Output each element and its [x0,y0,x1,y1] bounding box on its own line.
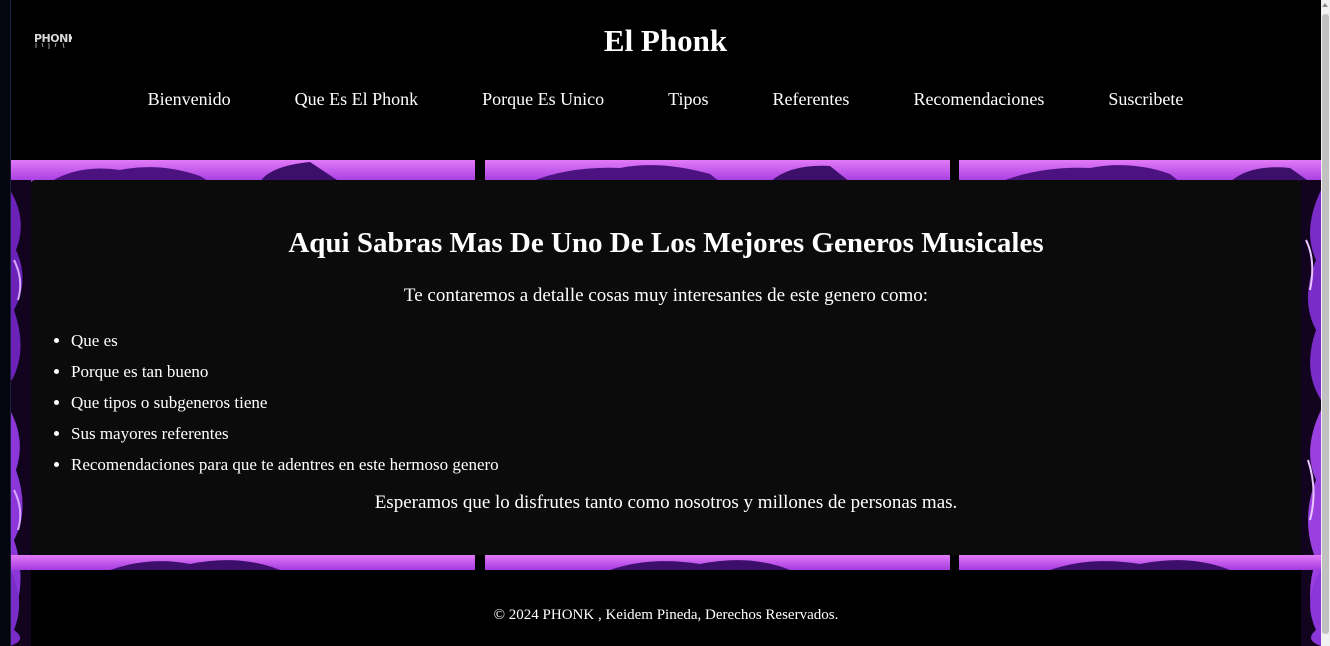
nav-link-tipos[interactable]: Tipos [636,87,740,111]
list-item: Recomendaciones para que te adentres en … [71,449,499,480]
site-title: El Phonk [603,23,728,58]
scroll-up-arrow-icon[interactable] [1322,3,1328,7]
scrollbar-thumb[interactable] [1322,14,1329,634]
nav-link-bienvenido[interactable]: Bienvenido [116,87,263,111]
welcome-outro: Esperamos que lo disfrutes tanto como no… [374,492,958,513]
nav-link-suscribete[interactable]: Suscribete [1076,87,1215,111]
welcome-card: Aqui Sabras Mas De Uno De Los Mejores Ge… [31,180,1301,555]
list-item: Que es [71,325,499,356]
welcome-heading: Aqui Sabras Mas De Uno De Los Mejores Ge… [288,227,1044,259]
nav-link-porque-es-unico[interactable]: Porque Es Unico [450,87,636,111]
browser-left-gutter [0,0,11,646]
nav-link-referentes[interactable]: Referentes [740,87,881,111]
site-footer: © 2024 PHONK , Keidem Pineda, Derechos R… [31,570,1301,646]
page: PHONK El Phonk Bienvenido Que Es El Phon… [0,0,1330,646]
list-item: Sus mayores referentes [71,418,499,449]
list-item: Porque es tan bueno [71,356,499,387]
welcome-intro: Te contaremos a detalle cosas muy intere… [403,285,929,306]
nav-link-recomendaciones[interactable]: Recomendaciones [881,87,1076,111]
vertical-scrollbar[interactable] [1321,0,1330,646]
site-header: PHONK El Phonk Bienvenido Que Es El Phon… [10,0,1321,160]
topics-list: Que es Porque es tan bueno Que tipos o s… [31,325,499,480]
list-item: Que tipos o subgeneros tiene [71,387,499,418]
footer-copyright: © 2024 PHONK , Keidem Pineda, Derechos R… [493,607,839,623]
nav-link-que-es-el-phonk[interactable]: Que Es El Phonk [263,87,451,111]
main-nav: Bienvenido Que Es El Phonk Porque Es Uni… [10,87,1321,111]
